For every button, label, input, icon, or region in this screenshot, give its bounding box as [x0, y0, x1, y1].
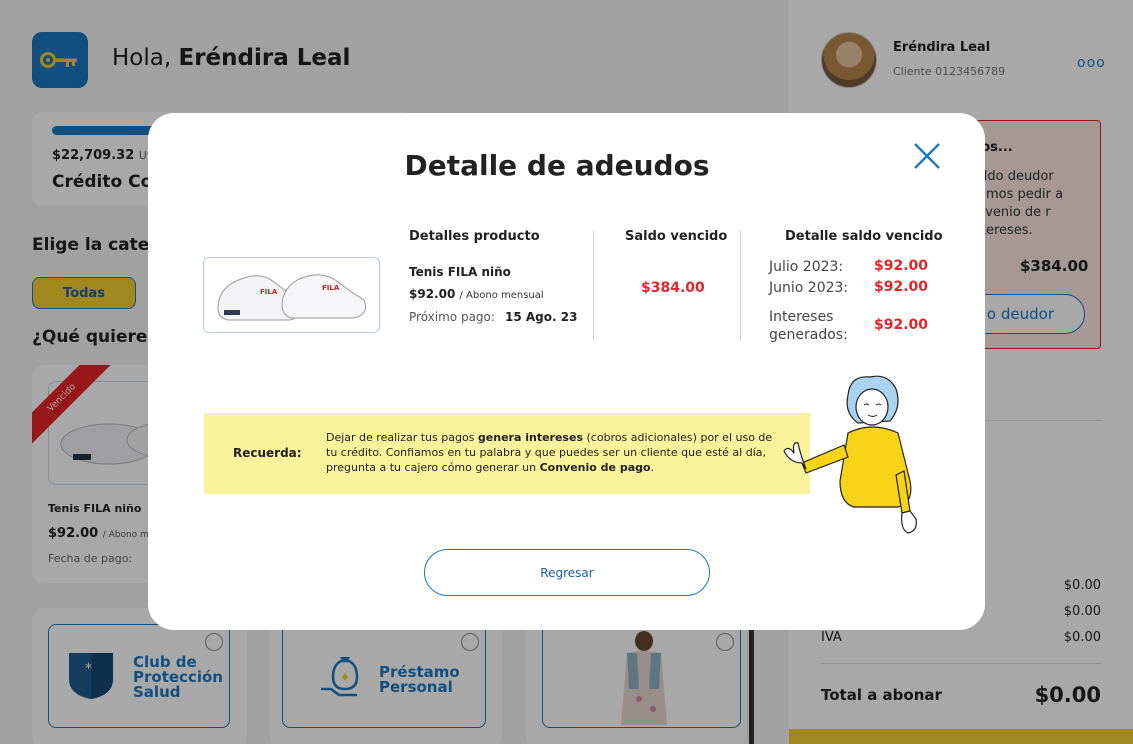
- saldo-vencido-value: $384.00: [641, 280, 705, 296]
- modal-product-price-value: $92.00: [409, 287, 456, 301]
- reminder-text-bold: genera intereses: [477, 431, 583, 444]
- reminder-text: Dejar de realizar tus pagos genera inter…: [326, 430, 776, 475]
- detail-value: $92.00: [874, 317, 929, 333]
- svg-text:FILA: FILA: [260, 288, 278, 296]
- detail-value: $92.00: [874, 258, 929, 274]
- back-button[interactable]: Regresar: [424, 549, 710, 596]
- close-icon[interactable]: [912, 141, 942, 171]
- detail-label: Intereses generados:: [769, 309, 848, 343]
- reminder-label: Recuerda:: [233, 446, 302, 460]
- girl-waving-illustration: [783, 375, 917, 534]
- next-payment-date: 15 Ago. 23: [505, 310, 578, 324]
- detail-label: Julio 2023:: [769, 259, 844, 275]
- modal-title: Detalle de adeudos: [404, 149, 710, 182]
- next-payment-label: Próximo pago:: [409, 310, 495, 324]
- reminder-text-part: .: [650, 461, 655, 474]
- modal-product-price-suffix: / Abono mensual: [459, 290, 544, 301]
- modal-product-image: FILA FILA: [203, 257, 380, 333]
- debt-detail-modal: Detalle de adeudos FILA FILA Detalles pr…: [148, 113, 985, 630]
- column-divider: [740, 231, 741, 340]
- column-header-saldo: Saldo vencido: [625, 229, 728, 244]
- detail-label: Junio 2023:: [769, 280, 849, 296]
- modal-product-price: $92.00 / Abono mensual: [409, 287, 544, 301]
- reminder-text-bold: Convenio de pago: [539, 461, 651, 474]
- column-header-product: Detalles producto: [409, 229, 540, 244]
- column-divider: [593, 231, 594, 340]
- modal-product-name: Tenis FILA niño: [409, 265, 511, 279]
- svg-text:FILA: FILA: [322, 284, 340, 292]
- detail-value: $92.00: [874, 279, 929, 295]
- reminder-box: Recuerda: Dejar de realizar tus pagos ge…: [204, 413, 810, 494]
- reminder-text-part: Dejar de realizar tus pagos: [326, 431, 478, 444]
- column-header-detail: Detalle saldo vencido: [785, 229, 943, 244]
